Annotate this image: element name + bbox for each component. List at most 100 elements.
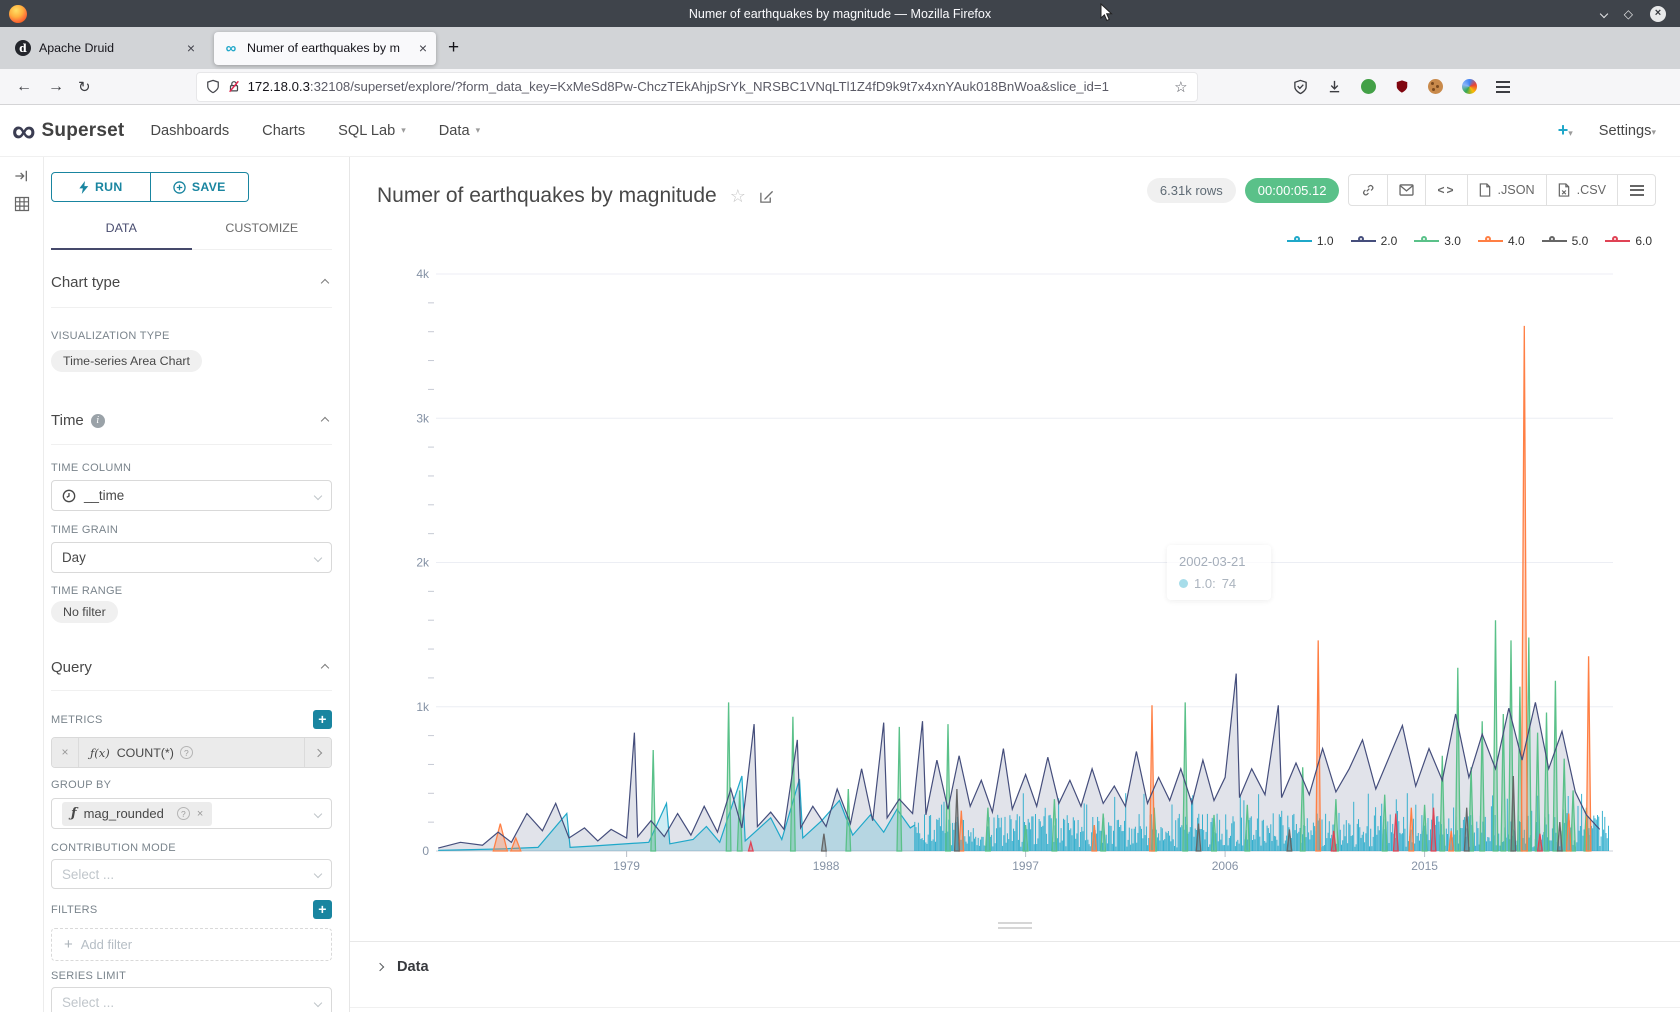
metric-expand-icon[interactable] xyxy=(304,738,331,767)
legend-marker-icon xyxy=(1351,236,1376,246)
filters-label: FILTERS + xyxy=(51,900,332,919)
favorite-star-icon[interactable]: ☆ xyxy=(730,186,746,207)
nav-sql-lab[interactable]: SQL Lab▾ xyxy=(338,123,406,139)
window-minimize-icon[interactable] xyxy=(1600,9,1608,17)
tab-customize[interactable]: CUSTOMIZE xyxy=(192,208,333,249)
superset-brand[interactable]: Superset xyxy=(42,120,125,142)
svg-text:1988: 1988 xyxy=(813,859,840,873)
chart-panel: Numer of earthquakes by magnitude ☆ 6.31… xyxy=(350,157,1680,1012)
time-grain-select[interactable]: Day xyxy=(51,542,332,573)
add-filter-box[interactable]: + Add filter xyxy=(51,928,332,961)
chart-legend: 1.0 2.0 3.0 4.0 5.0 6.0 xyxy=(1287,234,1652,248)
chart-actions-group: <> .JSON .CSV xyxy=(1348,174,1656,206)
cookie-icon[interactable] xyxy=(1428,79,1443,94)
nav-data[interactable]: Data▾ xyxy=(439,123,480,139)
metric-control[interactable]: × ƒ(x) COUNT(*) ? xyxy=(51,737,332,768)
time-column-select[interactable]: __time xyxy=(51,480,332,511)
insecure-lock-icon[interactable] xyxy=(227,79,241,94)
metrics-label: METRICS + xyxy=(51,710,332,729)
caret-down-icon: ▾ xyxy=(401,125,406,136)
browser-menu-icon[interactable] xyxy=(1496,81,1510,93)
chevron-down-icon xyxy=(314,870,322,878)
viz-type-pill[interactable]: Time-series Area Chart xyxy=(51,350,202,372)
resize-handle[interactable] xyxy=(998,922,1032,932)
download-icon[interactable] xyxy=(1327,79,1342,94)
legend-item-5.0[interactable]: 5.0 xyxy=(1542,234,1589,248)
bolt-icon xyxy=(79,181,89,194)
forward-button[interactable]: → xyxy=(48,78,64,96)
add-metric-button[interactable]: + xyxy=(313,710,332,729)
edit-icon[interactable] xyxy=(759,189,774,204)
mouse-cursor xyxy=(1100,3,1113,22)
pocket-shield-icon[interactable] xyxy=(1293,79,1308,95)
question-icon: ? xyxy=(177,807,190,820)
email-button[interactable] xyxy=(1387,175,1425,205)
url-bar[interactable]: 172.18.0.3:32108/superset/explore/?form_… xyxy=(197,73,1197,101)
group-by-select[interactable]: ƒ mag_rounded ? × xyxy=(51,798,332,829)
reload-button[interactable]: ↻ xyxy=(78,78,91,96)
chart-menu-button[interactable] xyxy=(1617,175,1655,205)
run-button[interactable]: RUN xyxy=(51,172,151,202)
legend-item-1.0[interactable]: 1.0 xyxy=(1287,234,1334,248)
add-filter-plus-button[interactable]: + xyxy=(313,900,332,919)
copy-link-button[interactable] xyxy=(1349,175,1387,205)
url-input[interactable]: 172.18.0.3:32108/superset/explore/?form_… xyxy=(248,79,1168,94)
time-range-pill[interactable]: No filter xyxy=(51,601,118,623)
legend-item-6.0[interactable]: 6.0 xyxy=(1605,234,1652,248)
timeseries-area-chart[interactable]: 01k2k3k4k19791988199720062015 xyxy=(350,257,1680,877)
section-time[interactable]: Timei xyxy=(51,372,332,445)
tab-close-icon[interactable]: × xyxy=(187,41,195,55)
tab-close-icon[interactable]: × xyxy=(419,41,427,55)
legend-marker-icon xyxy=(1478,236,1503,246)
tab-apache-druid[interactable]: d Apache Druid × xyxy=(6,32,204,65)
nav-dashboards[interactable]: Dashboards xyxy=(150,123,229,139)
section-chart-type[interactable]: Chart type xyxy=(51,250,332,308)
embed-code-button[interactable]: <> xyxy=(1425,175,1466,205)
fx-icon: ƒ(x) xyxy=(90,746,110,760)
tab-earthquakes-active[interactable]: ∞ Numer of earthquakes by m × xyxy=(214,32,436,65)
dataset-grid-icon[interactable] xyxy=(14,196,30,212)
tooltip-value: 74 xyxy=(1222,576,1236,591)
metric-chip[interactable]: × ƒ(x) COUNT(*) ? xyxy=(52,738,304,767)
contribution-mode-select[interactable]: Select ... xyxy=(51,859,332,889)
save-button[interactable]: SAVE xyxy=(151,172,250,202)
group-by-chip[interactable]: ƒ mag_rounded ? × xyxy=(62,802,212,826)
add-new-button[interactable]: +▾ xyxy=(1558,120,1573,141)
series-limit-select[interactable]: Select ... xyxy=(51,987,332,1012)
export-csv-button[interactable]: .CSV xyxy=(1546,175,1617,205)
browser-tabbar: d Apache Druid × ∞ Numer of earthquakes … xyxy=(0,27,1680,69)
remove-metric-icon[interactable]: × xyxy=(52,738,79,767)
tab-label: Numer of earthquakes by m xyxy=(247,41,411,55)
svg-text:2006: 2006 xyxy=(1212,859,1239,873)
legend-item-3.0[interactable]: 3.0 xyxy=(1414,234,1461,248)
window-maximize-icon[interactable]: ◇ xyxy=(1624,8,1633,20)
nav-charts[interactable]: Charts xyxy=(262,123,305,139)
chevron-down-icon xyxy=(314,809,322,817)
export-json-button[interactable]: .JSON xyxy=(1467,175,1546,205)
ublock-icon[interactable] xyxy=(1395,79,1409,94)
legend-item-2.0[interactable]: 2.0 xyxy=(1351,234,1398,248)
superset-logo-icon[interactable]: ∞ xyxy=(12,114,36,147)
new-tab-button[interactable]: + xyxy=(448,37,459,59)
data-panel-header[interactable]: Data xyxy=(350,942,1680,975)
remove-chip-icon[interactable]: × xyxy=(197,808,203,820)
tracking-shield-icon[interactable] xyxy=(206,79,220,94)
back-button[interactable]: ← xyxy=(16,78,32,96)
settings-menu[interactable]: Settings▾ xyxy=(1599,123,1656,139)
legend-marker-icon xyxy=(1287,236,1312,246)
time-range-label: TIME RANGE xyxy=(51,585,332,597)
privacy-badger-icon[interactable] xyxy=(1361,79,1376,94)
window-close-icon[interactable]: × xyxy=(1650,6,1666,22)
superset-icon: ∞ xyxy=(223,40,239,56)
code-icon: <> xyxy=(1437,183,1455,197)
control-panel: RUN SAVE DATA CUSTOMIZE Chart type VISUA… xyxy=(44,157,350,1012)
tab-data[interactable]: DATA xyxy=(51,208,192,249)
extension-pinwheel-icon[interactable] xyxy=(1462,79,1477,94)
svg-text:3k: 3k xyxy=(416,411,430,425)
left-icon-rail xyxy=(0,157,44,1012)
section-query[interactable]: Query xyxy=(51,623,332,691)
tooltip-date: 2002-03-21 xyxy=(1179,554,1259,569)
legend-item-4.0[interactable]: 4.0 xyxy=(1478,234,1525,248)
bookmark-star-icon[interactable]: ☆ xyxy=(1174,78,1187,96)
expand-datasource-icon[interactable] xyxy=(14,169,29,183)
